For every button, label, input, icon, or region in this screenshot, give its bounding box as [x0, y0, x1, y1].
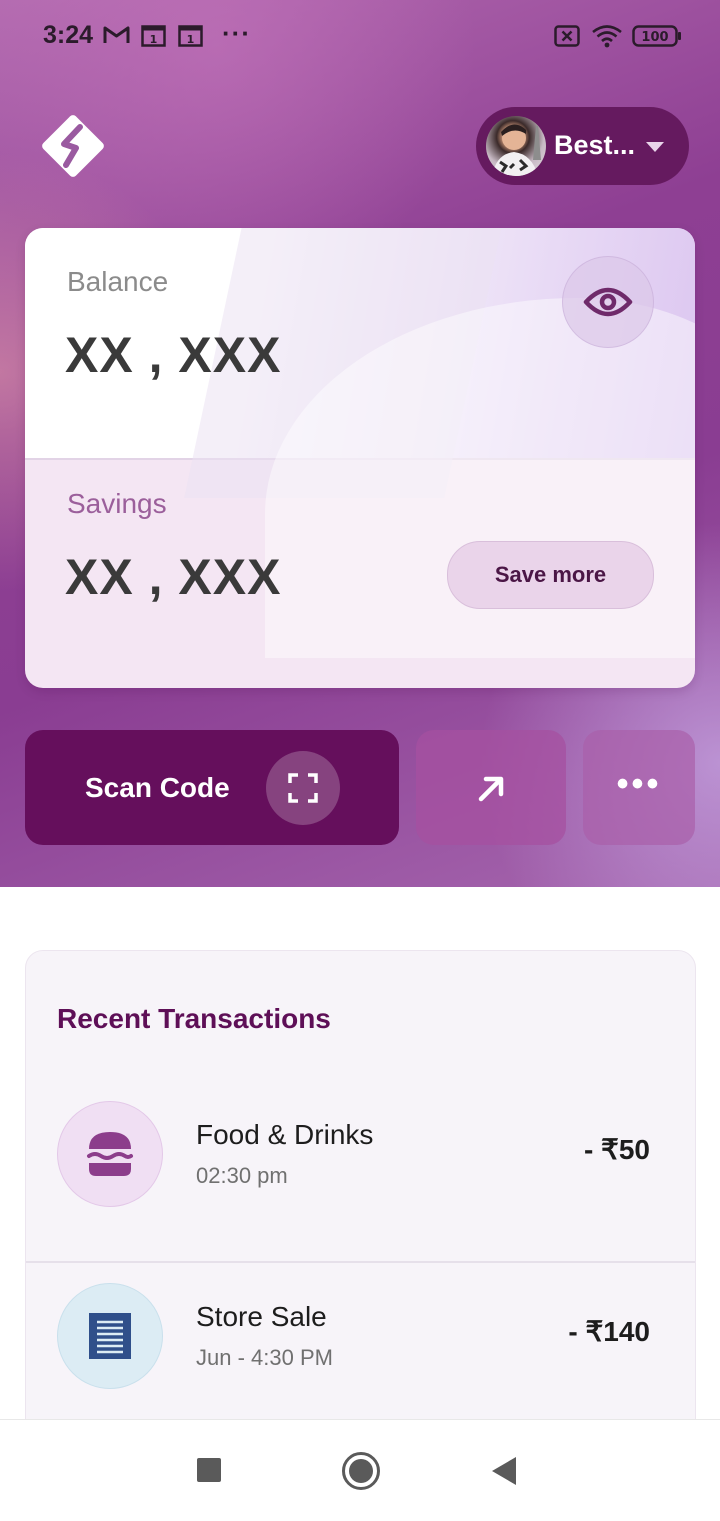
svg-text:1: 1: [150, 33, 158, 46]
balance-card: Balance XX , XXX Savings XX , XXX Save m…: [25, 228, 695, 688]
more-notifications-icon: ···: [222, 18, 251, 48]
arrow-up-right-icon: [478, 776, 504, 802]
transaction-icon-wrap: [57, 1283, 163, 1389]
battery-icon: 100: [632, 25, 682, 52]
balance-value: XX , XXX: [65, 327, 282, 383]
hero-background: 3:24 1 1 ··· 100 Best... Balance XX , XX…: [0, 0, 720, 887]
app-logo-icon: [38, 111, 108, 181]
transaction-name: Food & Drinks: [196, 1119, 374, 1150]
transaction-row[interactable]: Food & Drinks 02:30 pm - ₹50: [26, 1091, 695, 1263]
send-money-button[interactable]: [416, 730, 566, 845]
section-title: Recent Transactions: [57, 1003, 331, 1034]
chevron-down-icon: [646, 142, 664, 152]
scan-code-button[interactable]: Scan Code: [25, 730, 399, 845]
system-nav-bar: [0, 1419, 720, 1521]
home-circle-icon[interactable]: [342, 1452, 380, 1490]
toggle-visibility-button[interactable]: [562, 256, 654, 348]
burger-icon: [87, 1132, 133, 1176]
status-time: 3:24: [43, 21, 94, 49]
more-dots-icon: •••: [616, 765, 662, 803]
savings-value: XX , XXX: [65, 549, 282, 605]
transaction-time: 02:30 pm: [196, 1163, 288, 1188]
gmail-icon: [103, 25, 130, 50]
eye-icon: [583, 287, 633, 317]
calendar-icon: 1: [178, 25, 203, 52]
back-triangle-icon[interactable]: [492, 1457, 516, 1485]
scan-frame-icon: [288, 773, 318, 803]
transaction-amount: - ₹50: [583, 1134, 650, 1165]
transaction-amount: - ₹140: [568, 1316, 650, 1347]
calendar-icon: 1: [141, 25, 166, 52]
scan-code-label: Scan Code: [85, 772, 230, 803]
recents-square-icon[interactable]: [197, 1458, 221, 1482]
balance-label: Balance: [67, 266, 169, 297]
avatar: [486, 116, 546, 176]
balance-section: Balance XX , XXX: [25, 228, 695, 658]
savings-label: Savings: [67, 488, 167, 519]
receipt-icon: [89, 1313, 131, 1359]
transaction-name: Store Sale: [196, 1301, 327, 1332]
account-switcher[interactable]: Best...: [476, 107, 689, 185]
save-more-button[interactable]: Save more: [447, 541, 654, 609]
transaction-icon-wrap: [57, 1101, 163, 1207]
account-name: Best...: [554, 130, 636, 160]
scan-icon-badge: [266, 751, 340, 825]
transaction-time: Jun - 4:30 PM: [196, 1345, 333, 1370]
wifi-icon: [591, 24, 623, 53]
battery-level: 100: [641, 30, 668, 45]
status-bar: 3:24 1 1 ··· 100: [0, 0, 720, 72]
no-sim-icon: [554, 25, 580, 52]
more-options-button[interactable]: •••: [583, 730, 695, 845]
transaction-row[interactable]: Store Sale Jun - 4:30 PM - ₹140: [26, 1273, 695, 1443]
svg-text:1: 1: [187, 33, 195, 46]
